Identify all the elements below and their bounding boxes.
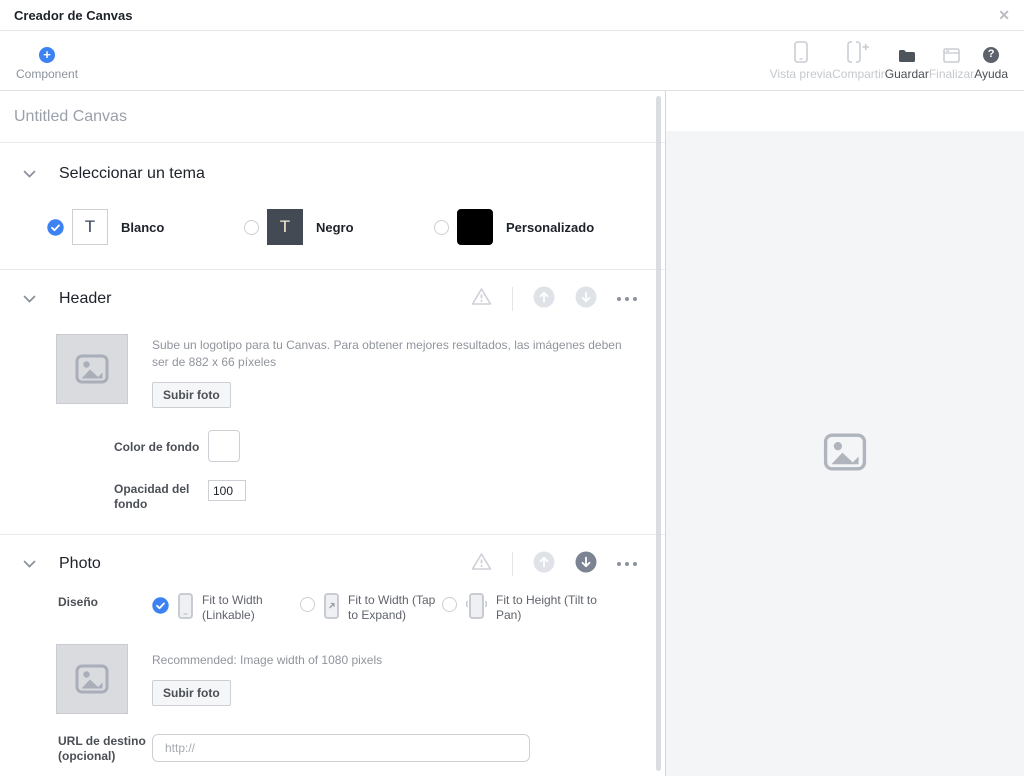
phone-share-icon: [847, 41, 870, 63]
chevron-down-icon[interactable]: [23, 560, 36, 568]
photo-recommendation: Recommended: Image width of 1080 pixels: [152, 652, 382, 669]
bg-color-picker[interactable]: [208, 430, 240, 462]
radio-icon: [442, 597, 457, 612]
design-option-label: Fit to Width (Linkable): [202, 593, 282, 623]
scrollbar-thumb[interactable]: [656, 96, 661, 771]
canvas-name-input[interactable]: [0, 108, 630, 126]
add-component-label: Component: [16, 67, 78, 81]
preview-button[interactable]: Vista previa: [770, 41, 832, 81]
editor-panel: Seleccionar un tema T Blanco T Negro: [0, 91, 666, 776]
more-options-icon[interactable]: [617, 293, 637, 305]
theme-option-label: Blanco: [121, 220, 164, 235]
upload-photo-button[interactable]: Subir foto: [152, 680, 231, 706]
add-component-button[interactable]: + Component: [16, 41, 78, 81]
theme-option-label: Negro: [316, 220, 354, 235]
finish-button[interactable]: Finalizar: [929, 41, 974, 81]
move-down-icon[interactable]: [575, 286, 597, 313]
share-label: Compartir: [832, 67, 885, 81]
phone-tilt-icon: [465, 593, 488, 624]
warning-icon: [471, 287, 492, 311]
question-icon: ?: [983, 47, 999, 63]
preview-panel: [666, 91, 1024, 776]
destination-url-input[interactable]: [152, 734, 530, 762]
theme-swatch-dark: T: [267, 209, 303, 245]
header-image-placeholder[interactable]: [56, 334, 128, 404]
finish-label: Finalizar: [929, 67, 974, 81]
divider: [512, 287, 513, 311]
photo-section: Photo Diseño: [0, 535, 665, 776]
header-section-title: Header: [59, 290, 111, 308]
warning-icon: [471, 552, 492, 576]
theme-option-label: Personalizado: [506, 220, 594, 235]
check-circle-icon: [47, 219, 64, 236]
save-button[interactable]: Guardar: [885, 41, 929, 81]
folder-icon: [898, 41, 916, 63]
theme-swatch-white: T: [72, 209, 108, 245]
design-option-fit-width-linkable[interactable]: Fit to Width (Linkable): [152, 593, 300, 624]
move-up-icon[interactable]: [533, 551, 555, 578]
opacity-input[interactable]: [208, 480, 246, 501]
theme-option-blanco[interactable]: T Blanco: [47, 209, 244, 245]
theme-section: Seleccionar un tema T Blanco T Negro: [0, 143, 665, 270]
chevron-down-icon[interactable]: [23, 295, 36, 303]
radio-icon: [244, 220, 259, 235]
canvas-name-row: [0, 91, 665, 143]
preview-label: Vista previa: [770, 67, 832, 81]
window-icon: [943, 41, 960, 63]
photo-section-title: Photo: [59, 555, 101, 573]
phone-icon: [177, 593, 194, 624]
radio-icon: [300, 597, 315, 612]
toolbar: + Component Vista previa Compartir Guard…: [0, 31, 1024, 91]
share-button[interactable]: Compartir: [832, 41, 885, 81]
help-button[interactable]: ? Ayuda: [974, 41, 1008, 81]
theme-section-title: Seleccionar un tema: [59, 165, 205, 183]
plus-icon: +: [39, 47, 55, 63]
chevron-down-icon[interactable]: [23, 170, 36, 178]
phone-expand-icon: [323, 593, 340, 624]
save-label: Guardar: [885, 67, 929, 81]
design-option-label: Fit to Width (Tap to Expand): [348, 593, 442, 623]
image-icon: [75, 354, 109, 384]
header-description: Sube un logotipo para tu Canvas. Para ob…: [152, 337, 622, 371]
opacity-label: Opacidad del fondo: [114, 480, 208, 512]
divider: [512, 552, 513, 576]
move-down-icon[interactable]: [575, 551, 597, 578]
preview-image-icon: [823, 432, 867, 477]
dialog-title: Creador de Canvas: [14, 8, 133, 23]
preview-header-area: [666, 91, 1024, 131]
help-label: Ayuda: [974, 67, 1008, 81]
close-icon[interactable]: ✕: [998, 8, 1010, 22]
theme-option-negro[interactable]: T Negro: [244, 209, 434, 245]
radio-icon: [434, 220, 449, 235]
theme-option-personalizado[interactable]: Personalizado: [434, 209, 594, 245]
header-section: Header: [0, 270, 665, 535]
dialog-titlebar: Creador de Canvas ✕: [0, 0, 1024, 31]
photo-image-placeholder[interactable]: [56, 644, 128, 714]
theme-swatch-black: [457, 209, 493, 245]
phone-preview-icon: [794, 41, 808, 63]
design-option-fit-height-tilt[interactable]: Fit to Height (Tilt to Pan): [442, 593, 600, 624]
design-option-label: Fit to Height (Tilt to Pan): [496, 593, 600, 623]
design-option-fit-width-tap[interactable]: Fit to Width (Tap to Expand): [300, 593, 442, 624]
design-label: Diseño: [58, 593, 152, 610]
check-circle-icon: [152, 597, 169, 619]
bg-color-label: Color de fondo: [114, 438, 208, 455]
more-options-icon[interactable]: [617, 558, 637, 570]
image-icon: [75, 664, 109, 694]
url-label: URL de destino (opcional): [58, 732, 152, 764]
move-up-icon[interactable]: [533, 286, 555, 313]
upload-photo-button[interactable]: Subir foto: [152, 382, 231, 408]
